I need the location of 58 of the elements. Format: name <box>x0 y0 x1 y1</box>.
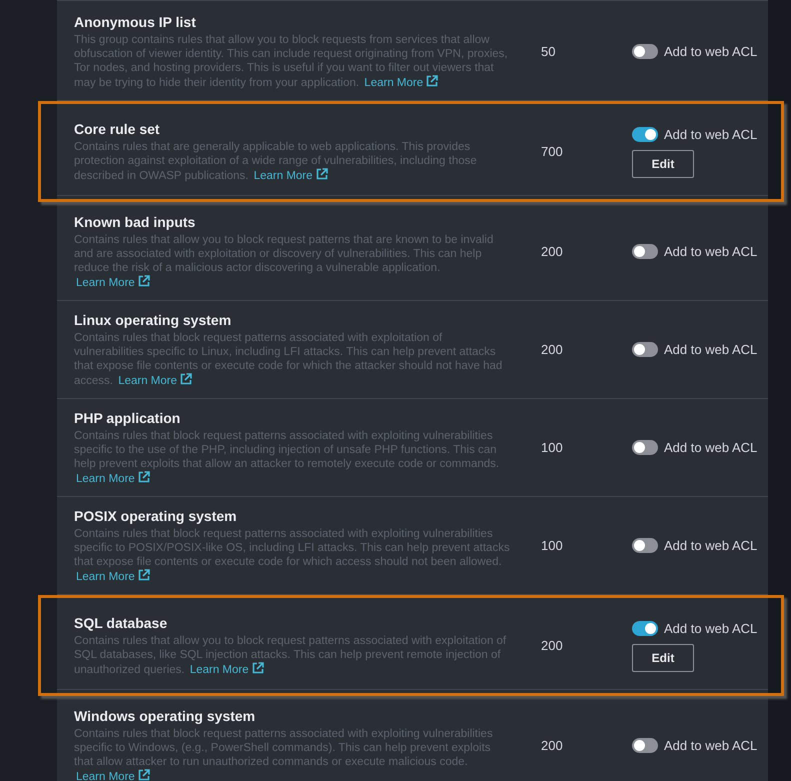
toggle-switch[interactable] <box>632 342 658 357</box>
learn-more-link[interactable]: Learn More <box>118 375 192 387</box>
toggle-label: Add to web ACL <box>664 126 758 144</box>
learn-more-link[interactable]: Learn More <box>76 571 150 583</box>
rule-group-description: Contains rules that allow you to block request patterns associated with exploitation of SQL databases, like SQL injection attacks. This can help prevent remote injection of unauthorized queries. Learn More <box>74 634 508 677</box>
external-link-icon <box>316 168 328 180</box>
external-link-icon <box>252 662 264 674</box>
learn-more-link[interactable]: Learn More <box>364 77 438 89</box>
rule-group-title: Known bad inputs <box>74 213 196 231</box>
rule-group-title: SQL database <box>74 614 168 632</box>
toggle-switch[interactable] <box>632 738 658 753</box>
rule-group-description: Contains rules that allow you to block request patterns that are known to be invalid and are associated with exploitation or discovery of vulnerabilities. This can help reduce the risk of a malicious actor discovering a vulnerable application. Learn More <box>74 233 494 290</box>
capacity-value: 700 <box>541 142 564 161</box>
rule-group-description: Contains rules that block request patterns associated with exploiting vulnerabilities specific to POSIX/POSIX-like OS, including LFI attacks. This can help prevent attacks that expose file contents or execute code for which access should not been allowed. Learn More <box>74 527 510 584</box>
external-link-icon <box>180 373 192 385</box>
toggle-switch[interactable] <box>632 127 658 142</box>
learn-more-link[interactable]: Learn More <box>76 473 150 485</box>
external-link-icon <box>138 569 150 581</box>
capacity-value: 100 <box>541 438 564 457</box>
rule-group-description: Contains rules that are generally applicable to web applications. This provides protection against exploitation of a wide range of vulnerabilities, including those described in OWASP publications. Learn More <box>74 140 478 183</box>
capacity-value: 200 <box>541 340 564 359</box>
edit-button[interactable]: Edit <box>632 150 694 178</box>
external-link-icon <box>426 75 438 87</box>
toggle-label: Add to web ACL <box>664 438 758 457</box>
rule-group-title: PHP application <box>74 409 182 427</box>
toggle-label: Add to web ACL <box>664 736 758 755</box>
toggle-switch[interactable] <box>632 44 658 59</box>
rule-group-title: Windows operating system <box>74 707 256 725</box>
rule-group-description: Contains rules that block request patterns associated with exploiting vulnerabilities specific to Windows, (e.g., PowerShell commands). This can help prevent exploits that allow attacker to run unauthorized commands or execute malicious code. Learn More <box>74 727 494 781</box>
capacity-value: 200 <box>541 636 564 655</box>
toggle-switch[interactable] <box>632 440 658 455</box>
rule-group-title: Anonymous IP list <box>74 13 197 31</box>
capacity-value: 200 <box>541 736 564 755</box>
learn-more-link[interactable]: Learn More <box>76 771 150 781</box>
toggle-label: Add to web ACL <box>664 620 758 638</box>
learn-more-link[interactable]: Learn More <box>76 277 150 289</box>
toggle-label: Add to web ACL <box>664 536 758 555</box>
learn-more-link[interactable]: Learn More <box>190 664 264 676</box>
capacity-value: 200 <box>541 242 564 261</box>
toggle-label: Add to web ACL <box>664 340 758 359</box>
capacity-value: 50 <box>541 42 556 61</box>
rule-group-title: POSIX operating system <box>74 507 238 525</box>
rule-group-description: Contains rules that block request patterns associated with exploiting vulnerabilities specific to the use of the PHP, including injection of unsafe PHP functions. This can help prevent exploits that allow an attacker to remotely execute code or commands. Learn More <box>74 429 500 486</box>
edit-button[interactable]: Edit <box>632 644 694 672</box>
external-link-icon <box>138 471 150 483</box>
toggle-label: Add to web ACL <box>664 42 758 61</box>
rule-group-title: Linux operating system <box>74 311 232 329</box>
rule-group-title: Core rule set <box>74 120 161 138</box>
learn-more-link[interactable]: Learn More <box>254 170 328 182</box>
capacity-value: 100 <box>541 536 564 555</box>
toggle-switch[interactable] <box>632 244 658 259</box>
rule-group-description: Contains rules that block request patterns associated with exploitation of vulnerabilities specific to Linux, including LFI attacks. This can help prevent attacks that expose file contents or execute code for which the attacker should not have had access. Learn More <box>74 331 504 388</box>
toggle-switch[interactable] <box>632 621 658 636</box>
rule-group-description: This group contains rules that allow you to block requests from services that allow obfuscation of viewer identity. This can include request originating from VPN, proxies, Tor nodes, and hosting providers. This is useful if you want to filter out viewers that may be trying to hide their identity from your application. Learn More <box>74 33 509 90</box>
toggle-label: Add to web ACL <box>664 242 758 261</box>
external-link-icon <box>138 275 150 287</box>
external-link-icon <box>138 769 150 781</box>
toggle-switch[interactable] <box>632 538 658 553</box>
